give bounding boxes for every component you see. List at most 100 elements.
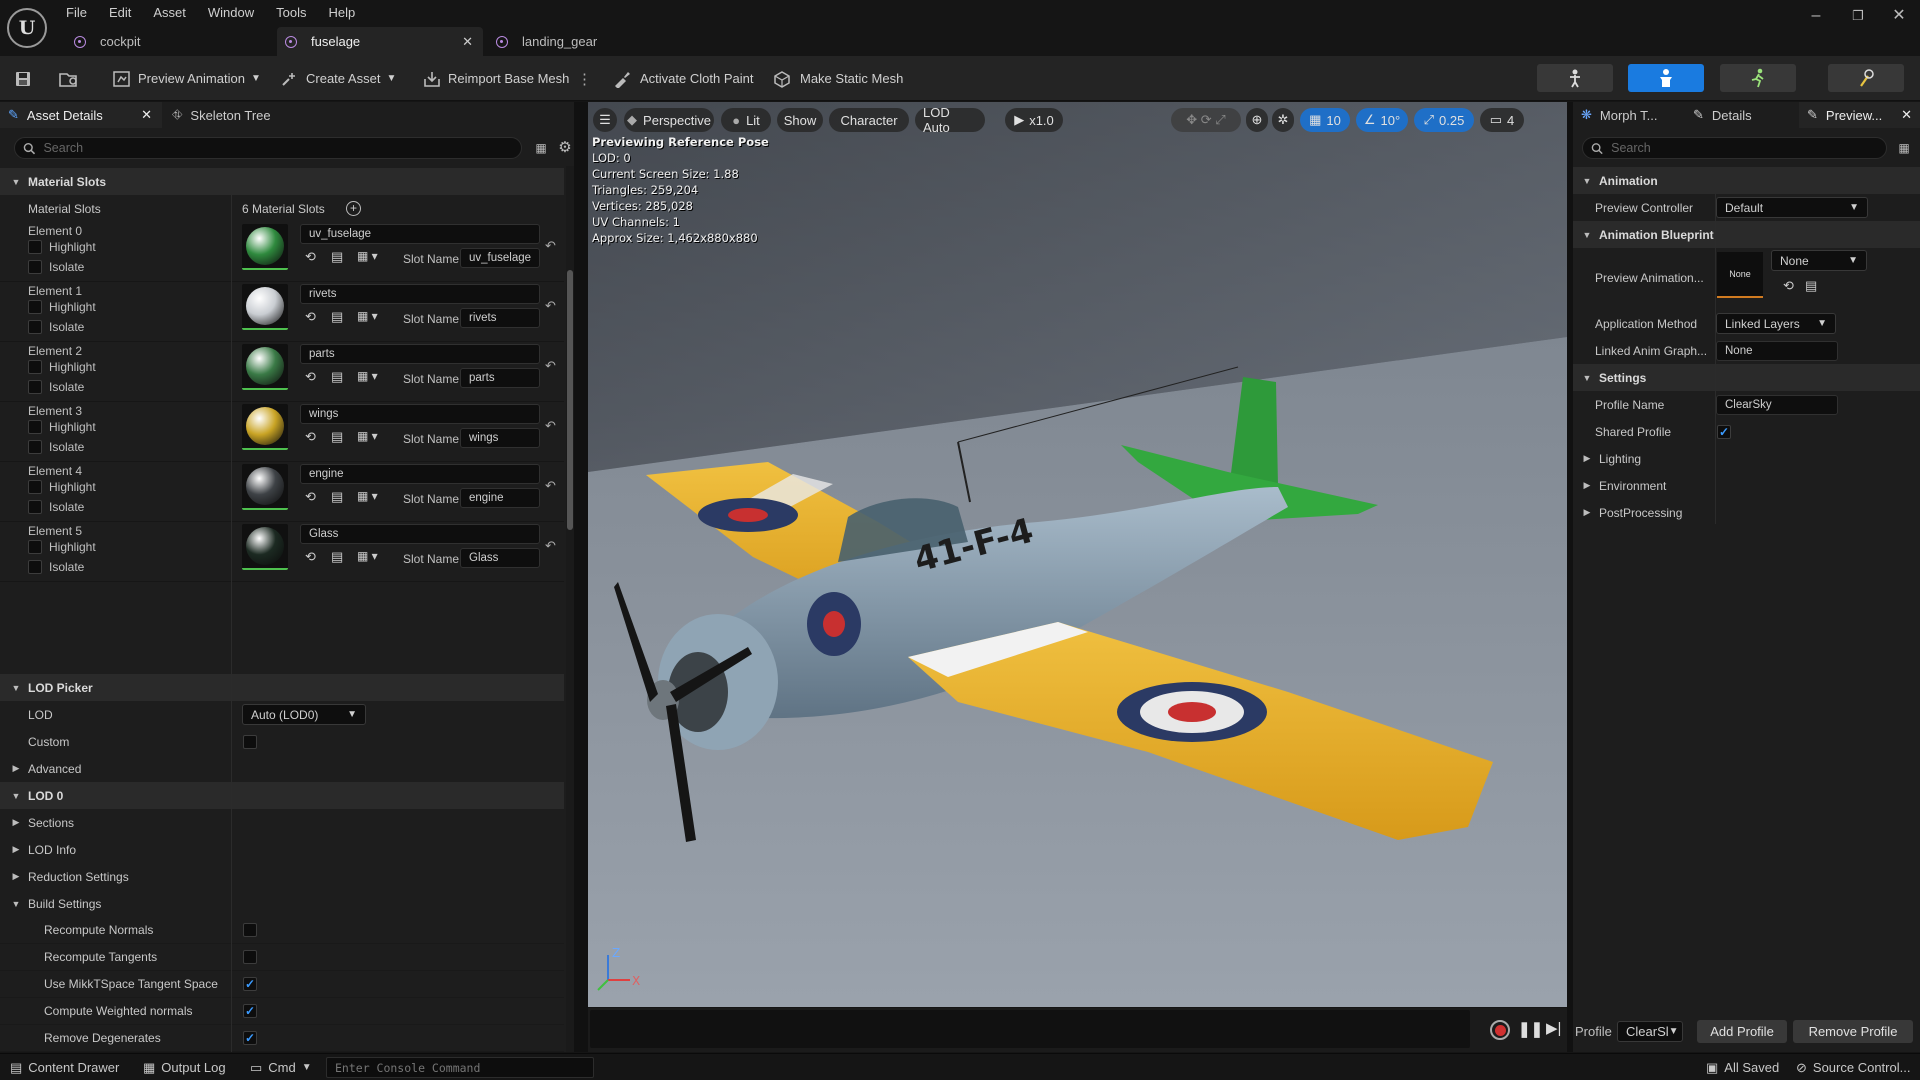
highlight-toggle[interactable]: Highlight bbox=[28, 540, 96, 554]
console-command-field[interactable] bbox=[326, 1057, 594, 1078]
use-selected-icon[interactable]: ⟲ bbox=[305, 249, 316, 265]
build-option-checkbox[interactable]: ✓ bbox=[243, 1031, 257, 1045]
category-lod-picker[interactable]: ▼ LOD Picker bbox=[0, 674, 564, 701]
slot-name-field[interactable]: parts bbox=[460, 368, 540, 388]
material-thumbnail[interactable] bbox=[242, 344, 288, 390]
menu-file[interactable]: File bbox=[66, 5, 87, 20]
make-static-mesh-button[interactable]: Make Static Mesh bbox=[772, 56, 903, 101]
category-lod0[interactable]: ▼ LOD 0 bbox=[0, 782, 564, 809]
show-menu-button[interactable]: Show bbox=[777, 108, 823, 132]
slot-name-field[interactable]: uv_fuselage bbox=[460, 248, 540, 268]
save-button[interactable] bbox=[14, 56, 32, 101]
isolate-checkbox[interactable] bbox=[28, 500, 42, 514]
material-thumbnail[interactable] bbox=[242, 224, 288, 270]
material-options-icon[interactable]: ▦ ▾ bbox=[357, 489, 378, 503]
surface-snap-toggle[interactable]: ✲ bbox=[1272, 108, 1294, 132]
browse-icon[interactable]: ▤ bbox=[331, 429, 343, 445]
material-asset-field[interactable]: engine bbox=[300, 464, 540, 484]
animation-mode-button[interactable] bbox=[1720, 64, 1796, 92]
step-forward-button[interactable]: ▶| bbox=[1546, 1019, 1561, 1037]
application-method-dropdown[interactable]: Linked Layers ▼ bbox=[1716, 313, 1836, 334]
material-asset-field[interactable]: uv_fuselage bbox=[300, 224, 540, 244]
isolate-checkbox[interactable] bbox=[28, 320, 42, 334]
material-options-icon[interactable]: ▦ ▾ bbox=[357, 309, 378, 323]
preview-search-field[interactable] bbox=[1582, 137, 1887, 159]
close-tab-icon[interactable]: ✕ bbox=[141, 107, 152, 123]
tab-skeleton-tree[interactable]: ⛗ Skeleton Tree bbox=[164, 102, 314, 128]
material-options-icon[interactable]: ▦ ▾ bbox=[357, 369, 378, 383]
tab-asset-details[interactable]: ✎ Asset Details ✕ bbox=[0, 102, 162, 128]
custom-checkbox[interactable] bbox=[243, 734, 257, 749]
mesh-mode-button[interactable] bbox=[1628, 64, 1704, 92]
menu-asset[interactable]: Asset bbox=[153, 5, 186, 20]
search-input[interactable] bbox=[1611, 141, 1886, 155]
material-thumbnail[interactable] bbox=[242, 524, 288, 570]
shared-profile-checkbox[interactable]: ✓ bbox=[1717, 424, 1731, 439]
highlight-checkbox[interactable] bbox=[28, 420, 42, 434]
camera-speed-button[interactable]: ▭ 4 bbox=[1480, 108, 1524, 132]
build-option-checkbox[interactable]: ✓ bbox=[243, 1004, 257, 1018]
lit-mode-button[interactable]: ● Lit bbox=[721, 108, 771, 132]
browse-to-asset-button[interactable] bbox=[58, 56, 80, 101]
use-selected-icon[interactable]: ⟲ bbox=[305, 549, 316, 565]
highlight-checkbox[interactable] bbox=[28, 300, 42, 314]
tab-preview-scene-settings[interactable]: ✎ Preview... ✕ bbox=[1799, 102, 1920, 128]
highlight-toggle[interactable]: Highlight bbox=[28, 420, 96, 434]
highlight-checkbox[interactable] bbox=[28, 480, 42, 494]
profile-dropdown[interactable]: ClearSl ▼ bbox=[1617, 1021, 1683, 1042]
tab-landing-gear[interactable]: landing_gear bbox=[488, 27, 694, 56]
isolate-toggle[interactable]: Isolate bbox=[28, 440, 84, 454]
use-selected-icon[interactable]: ⟲ bbox=[305, 429, 316, 445]
build-settings-row[interactable]: ▼ Build Settings bbox=[0, 890, 564, 917]
viewport-options-button[interactable]: ☰ bbox=[593, 108, 617, 132]
menu-tools[interactable]: Tools bbox=[276, 5, 306, 20]
use-selected-icon[interactable]: ⟲ bbox=[1783, 278, 1794, 294]
console-input[interactable] bbox=[327, 1058, 593, 1077]
rotation-snap-button[interactable]: ∠ 10° bbox=[1356, 108, 1408, 132]
minimize-icon[interactable]: – bbox=[1800, 6, 1832, 26]
category-animation-blueprint[interactable]: ▼ Animation Blueprint bbox=[1573, 221, 1920, 248]
material-options-icon[interactable]: ▦ ▾ bbox=[357, 549, 378, 563]
preview-animation-menu[interactable]: Preview Animation ▼ bbox=[112, 56, 261, 101]
advanced-row[interactable]: ▶ Advanced bbox=[0, 755, 564, 782]
material-options-icon[interactable]: ▦ ▾ bbox=[357, 429, 378, 443]
category-material-slots[interactable]: ▼ Material Slots bbox=[0, 168, 564, 195]
remove-profile-button[interactable]: Remove Profile bbox=[1793, 1020, 1913, 1043]
linked-anim-graph-field[interactable]: None bbox=[1716, 340, 1838, 361]
highlight-checkbox[interactable] bbox=[28, 240, 42, 254]
details-search-field[interactable] bbox=[14, 137, 522, 159]
tab-fuselage[interactable]: fuselage ✕ bbox=[277, 27, 483, 56]
menu-window[interactable]: Window bbox=[208, 5, 254, 20]
reimport-base-mesh-button[interactable]: Reimport Base Mesh bbox=[422, 56, 569, 101]
material-options-icon[interactable]: ▦ ▾ bbox=[357, 249, 378, 263]
lod-info-row[interactable]: ▶ LOD Info bbox=[0, 836, 564, 863]
playback-speed-button[interactable]: ▶ x1.0 bbox=[1005, 108, 1063, 132]
use-selected-icon[interactable]: ⟲ bbox=[305, 489, 316, 505]
material-asset-field[interactable]: parts bbox=[300, 344, 540, 364]
tab-morph-target[interactable]: ❋ Morph T... bbox=[1573, 102, 1683, 128]
scale-snap-button[interactable]: ⤢ 0.25 bbox=[1414, 108, 1474, 132]
content-drawer-button[interactable]: ▤ Content Drawer bbox=[10, 1054, 119, 1080]
highlight-checkbox[interactable] bbox=[28, 360, 42, 374]
all-saved-indicator[interactable]: ▣ All Saved bbox=[1706, 1054, 1779, 1080]
highlight-toggle[interactable]: Highlight bbox=[28, 240, 96, 254]
world-space-toggle[interactable]: ⊕ bbox=[1246, 108, 1268, 132]
slot-name-field[interactable]: Glass bbox=[460, 548, 540, 568]
material-asset-field[interactable]: Glass bbox=[300, 524, 540, 544]
unreal-logo[interactable]: U bbox=[7, 8, 47, 48]
reduction-settings-row[interactable]: ▶ Reduction Settings bbox=[0, 863, 564, 890]
material-thumbnail[interactable] bbox=[242, 464, 288, 510]
environment-row[interactable]: ▶ Environment bbox=[1573, 472, 1920, 499]
browse-icon[interactable]: ▤ bbox=[331, 309, 343, 325]
material-thumbnail[interactable] bbox=[242, 404, 288, 450]
profile-name-field[interactable]: ClearSky bbox=[1716, 394, 1838, 415]
build-option-checkbox[interactable]: ✓ bbox=[243, 977, 257, 991]
perspective-button[interactable]: ◆ Perspective bbox=[624, 108, 714, 132]
table-view-icon[interactable]: ▦ bbox=[1896, 140, 1912, 156]
skeleton-mode-button[interactable] bbox=[1537, 64, 1613, 92]
preview-controller-dropdown[interactable]: Default ▼ bbox=[1716, 197, 1868, 218]
scrollbar-thumb[interactable] bbox=[567, 270, 573, 530]
character-menu-button[interactable]: Character bbox=[829, 108, 909, 132]
scrollbar-track[interactable] bbox=[566, 166, 574, 1052]
browse-icon[interactable]: ▤ bbox=[1805, 278, 1817, 294]
